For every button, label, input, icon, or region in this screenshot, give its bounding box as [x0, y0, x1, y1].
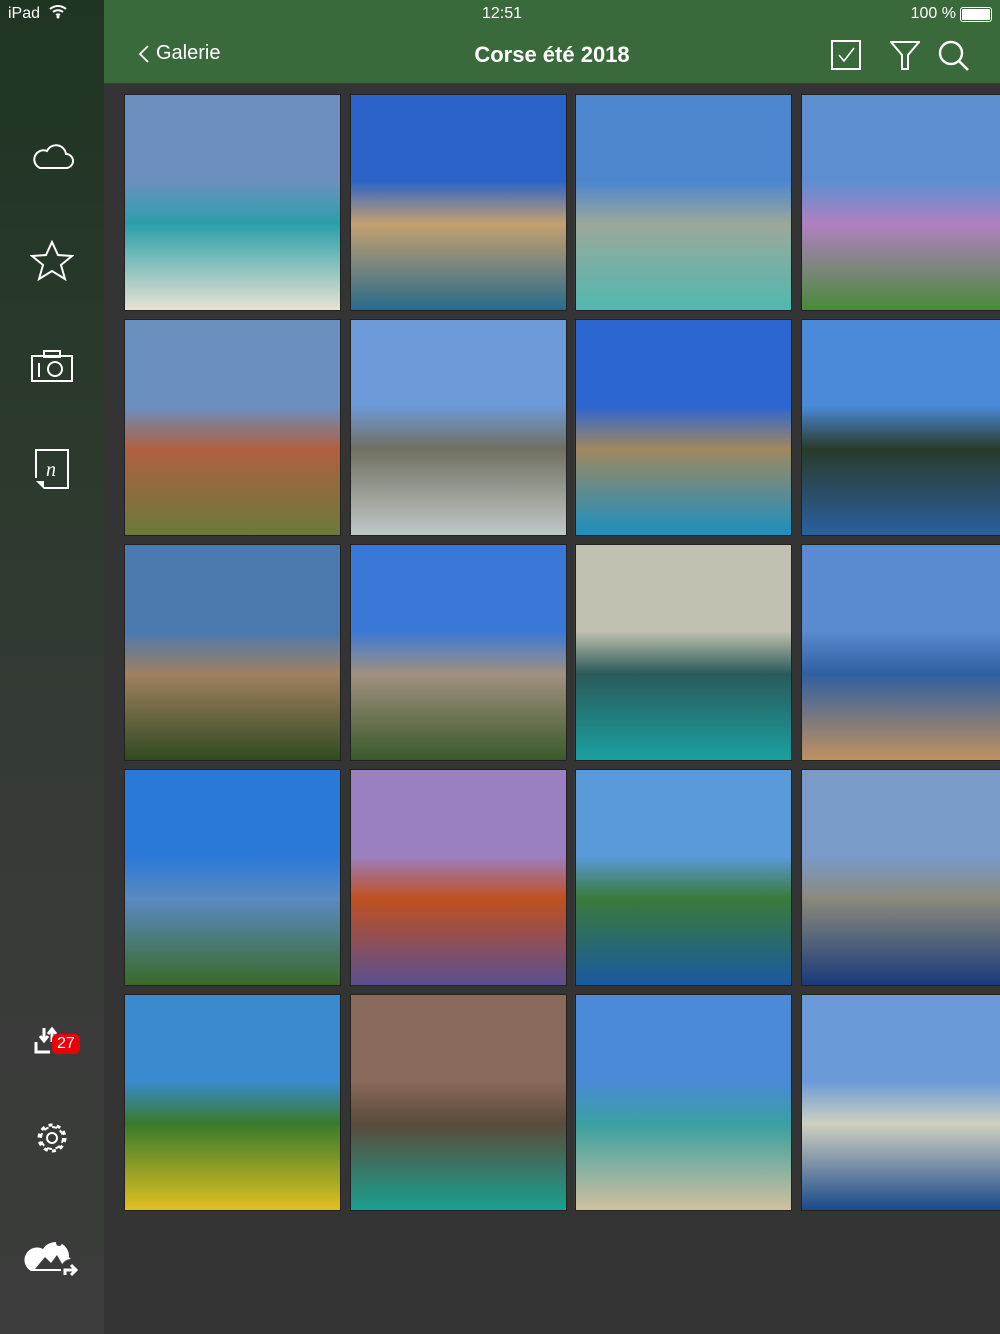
note-icon[interactable]: n [26, 443, 78, 495]
search-icon [938, 40, 969, 71]
photo-thumbnail[interactable] [800, 994, 1000, 1211]
search-button[interactable] [938, 40, 970, 77]
photo-thumbnail[interactable] [800, 319, 1000, 536]
cloud-icon[interactable] [26, 130, 78, 182]
device-label: iPad [8, 5, 41, 22]
photo-thumbnail[interactable] [349, 994, 567, 1211]
photo-thumbnail[interactable] [124, 769, 341, 986]
wifi-icon [48, 3, 68, 24]
camera-icon[interactable] [26, 340, 78, 392]
photo-thumbnail[interactable] [575, 544, 792, 761]
cloud-share-icon[interactable] [20, 1228, 84, 1280]
photo-thumbnail[interactable] [575, 94, 792, 311]
star-icon[interactable] [26, 235, 78, 287]
sync-count-badge: 27 [52, 1034, 80, 1054]
battery-percent: 100 % [910, 5, 956, 22]
photo-thumbnail[interactable] [349, 94, 567, 311]
photo-thumbnail[interactable] [349, 319, 567, 536]
photo-thumbnail[interactable] [124, 544, 341, 761]
status-time: 12:51 [482, 5, 523, 22]
photo-thumbnail[interactable] [575, 319, 792, 536]
filter-button[interactable] [888, 40, 922, 75]
photo-thumbnail[interactable] [800, 769, 1000, 986]
select-button[interactable] [831, 40, 861, 75]
svg-text:n: n [46, 459, 56, 481]
photo-thumbnail[interactable] [349, 769, 567, 986]
photo-thumbnail[interactable] [575, 994, 792, 1211]
checkbox-icon [831, 40, 861, 70]
filter-icon [888, 41, 922, 70]
nav-bar: 12:51 100 % Galerie Corse été 2018 [104, 0, 1000, 84]
sidebar: n 27 [0, 0, 104, 1334]
photo-thumbnail[interactable] [800, 94, 1000, 311]
page-title: Corse été 2018 [474, 42, 630, 67]
battery-icon [960, 7, 992, 22]
photo-thumbnail[interactable] [124, 94, 341, 311]
photo-thumbnail[interactable] [349, 544, 567, 761]
photo-thumbnail[interactable] [575, 769, 792, 986]
photo-thumbnail[interactable] [124, 319, 341, 536]
photo-thumbnail[interactable] [124, 994, 341, 1211]
gear-icon[interactable] [26, 1112, 78, 1164]
photo-thumbnail[interactable] [800, 544, 1000, 761]
